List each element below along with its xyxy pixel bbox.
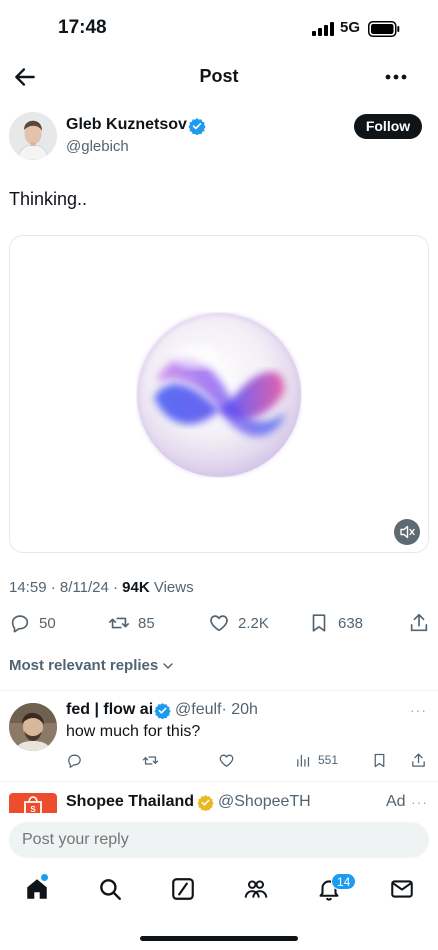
like-count: 2.2K bbox=[238, 614, 269, 632]
verified-gold-badge-icon bbox=[197, 795, 214, 811]
speaker-muted-icon bbox=[400, 525, 415, 539]
ad-more-button[interactable]: ··· bbox=[411, 794, 428, 810]
ad-account-name[interactable]: Shopee Thailand bbox=[66, 793, 194, 811]
notifications-badge: 14 bbox=[331, 873, 357, 890]
follow-button[interactable]: Follow bbox=[354, 114, 422, 139]
views-label: Views bbox=[149, 579, 194, 596]
reply-repost-button[interactable] bbox=[142, 749, 159, 771]
heart-icon bbox=[210, 615, 228, 632]
reply-button[interactable]: 50 bbox=[9, 611, 56, 635]
shopping-bag-icon: S bbox=[24, 796, 42, 813]
replies-sort-label: Most relevant replies bbox=[9, 657, 159, 674]
heart-icon bbox=[219, 754, 234, 767]
reply-avatar-portrait bbox=[9, 703, 57, 751]
reply-age: · 20h bbox=[221, 701, 258, 718]
reply-count: 50 bbox=[39, 614, 56, 632]
bookmark-count: 638 bbox=[338, 614, 364, 632]
share-icon bbox=[412, 752, 425, 767]
arrow-left-icon[interactable] bbox=[12, 64, 38, 90]
people-icon bbox=[244, 880, 268, 898]
replies-sort-dropdown[interactable]: Most relevant replies bbox=[9, 657, 174, 674]
views-count: 94K bbox=[122, 579, 150, 596]
reply-comment-button[interactable] bbox=[66, 749, 83, 771]
reply-input[interactable] bbox=[9, 822, 429, 858]
comment-icon bbox=[11, 615, 29, 633]
verified-badge-icon bbox=[154, 703, 171, 719]
bookmark-icon bbox=[374, 753, 385, 767]
reply-share-button[interactable] bbox=[410, 749, 427, 771]
bar-chart-icon bbox=[297, 754, 310, 767]
reply-text: how much for this? bbox=[66, 723, 201, 740]
tab-grok[interactable] bbox=[170, 876, 198, 904]
reply-composer bbox=[0, 813, 438, 870]
divider bbox=[0, 690, 438, 691]
svg-text:S: S bbox=[30, 805, 36, 813]
grok-icon bbox=[172, 878, 194, 900]
envelope-icon bbox=[391, 880, 413, 898]
network-label: 5G bbox=[340, 19, 361, 36]
nav-bar: Post bbox=[0, 56, 438, 100]
repost-icon bbox=[109, 617, 129, 629]
reply-bookmark-button[interactable] bbox=[371, 749, 388, 771]
repost-count: 85 bbox=[138, 614, 155, 632]
media-orb-image bbox=[137, 313, 301, 477]
home-indicator bbox=[140, 936, 298, 941]
tab-home[interactable] bbox=[24, 876, 52, 904]
repost-icon bbox=[142, 755, 159, 765]
home-unread-dot bbox=[41, 874, 48, 881]
bookmark-button[interactable]: 638 bbox=[308, 611, 363, 635]
reply-handle-text: @feulf bbox=[175, 701, 222, 718]
reply-more-button[interactable]: ··· bbox=[410, 702, 427, 718]
shopee-logo[interactable]: S bbox=[9, 793, 57, 813]
like-button[interactable]: 2.2K bbox=[208, 611, 269, 635]
comment-icon bbox=[68, 754, 81, 768]
mute-button[interactable] bbox=[394, 519, 420, 545]
reply-like-button[interactable] bbox=[218, 749, 235, 771]
chevron-down-icon bbox=[163, 662, 173, 669]
battery-icon bbox=[368, 21, 400, 37]
reply-views-count: 551 bbox=[318, 753, 339, 767]
tab-communities[interactable] bbox=[243, 876, 271, 904]
tab-search[interactable] bbox=[97, 876, 125, 904]
ad-account-handle[interactable]: @ShopeeTH bbox=[218, 793, 311, 811]
post-media[interactable] bbox=[9, 235, 429, 553]
author-handle[interactable]: @glebich bbox=[66, 138, 129, 155]
reply-author-handle[interactable]: @feulf· 20h bbox=[175, 701, 258, 719]
bookmark-icon bbox=[312, 614, 326, 632]
reply-author-name[interactable]: fed | flow ai bbox=[66, 701, 153, 719]
author-name[interactable]: Gleb Kuznetsov bbox=[66, 116, 187, 134]
status-bar: 17:48 5G bbox=[0, 0, 438, 56]
signal-bars-icon bbox=[312, 22, 334, 36]
more-horizontal-icon[interactable] bbox=[382, 66, 410, 88]
search-icon bbox=[100, 879, 121, 900]
share-button[interactable] bbox=[408, 611, 430, 635]
reply-avatar[interactable] bbox=[9, 703, 57, 751]
page-title: Post bbox=[199, 66, 239, 86]
verified-badge-icon bbox=[188, 118, 206, 135]
avatar-portrait bbox=[9, 112, 57, 160]
status-time: 17:48 bbox=[58, 17, 107, 38]
post-time: 14:59 · 8/11/24 · bbox=[9, 579, 123, 596]
share-icon bbox=[410, 613, 428, 632]
author-avatar[interactable] bbox=[9, 112, 57, 160]
divider bbox=[0, 781, 438, 782]
tab-messages[interactable] bbox=[389, 876, 417, 904]
post-timestamp-views: 14:59 · 8/11/24 · 94K Views bbox=[9, 579, 194, 596]
post-text: Thinking.. bbox=[9, 189, 88, 209]
repost-button[interactable]: 85 bbox=[108, 611, 155, 635]
reply-views-button[interactable]: 551 bbox=[295, 749, 338, 771]
ad-badge: Ad bbox=[386, 793, 406, 810]
